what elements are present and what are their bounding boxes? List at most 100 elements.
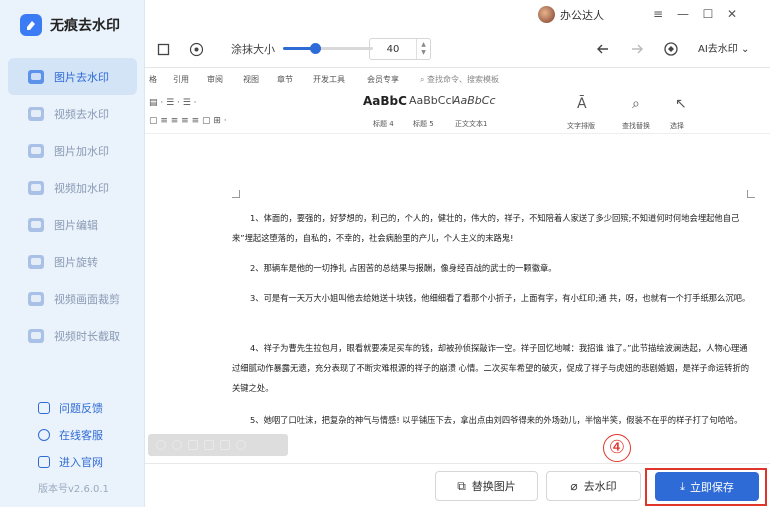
- sidebar-item-video-crop[interactable]: 视频画面裁剪: [0, 280, 145, 317]
- replace-label: 替换图片: [471, 480, 516, 493]
- user-name: 办公达人: [560, 8, 604, 22]
- remove-label: 去水印: [583, 480, 617, 493]
- doc-menu-tabs: 格 引用 审阅 视图 章节 开发工具 会员专享 ⌕ 查找命令、搜索模板: [145, 68, 770, 88]
- fit-icon[interactable]: [188, 440, 198, 450]
- doc-ribbon: ▤ · ☰ · ☰ · ▢ ≡ ≡ ≡ ≡ ▢ ⊞ · AaBbC AaBbCc…: [145, 90, 770, 134]
- chevron-down-icon: ⌄: [740, 44, 750, 55]
- zoom-controls: [148, 434, 288, 456]
- search-icon: ⌕: [632, 96, 640, 112]
- brush-size-label: 涂抹大小: [231, 43, 275, 56]
- close-icon[interactable]: ✕: [725, 7, 739, 21]
- brush-size-stepper[interactable]: 40 ▲ ▼: [369, 38, 431, 60]
- chevron-up-icon[interactable]: ▲: [421, 41, 426, 49]
- sidebar-item-label: 视频画面裁剪: [54, 292, 120, 306]
- paragraph: 2、那辆车是他的一切挣扎 占困苦的总结果与报酬，像身经百战的武士的一颗徽章。: [250, 263, 557, 273]
- style-sample: AaBbCcl: [409, 94, 455, 107]
- download-icon: ⤓: [680, 479, 685, 493]
- brush-size-slider[interactable]: [283, 43, 373, 54]
- sidebar-item-image-watermark-add[interactable]: 图片加水印: [0, 132, 145, 169]
- eraser-logo-icon: [20, 14, 42, 36]
- paragraph: 4、祥子为曹先生拉包月，眼看就要凑足买车的钱，却被孙侦探敲诈一空。祥子回忆地喊：…: [232, 343, 750, 393]
- website-link[interactable]: 进入官网: [0, 448, 145, 475]
- replace-image-button[interactable]: ⧉ 替换图片: [435, 471, 538, 501]
- sidebar-item-image-edit[interactable]: 图片编辑: [0, 206, 145, 243]
- text-layout-icon: Ā: [577, 96, 587, 112]
- style-caption: 标题 5: [413, 120, 434, 128]
- version-label: 版本号v2.6.0.1: [38, 484, 109, 495]
- headset-icon: [38, 428, 50, 441]
- chevron-down-icon[interactable]: ▼: [421, 49, 426, 57]
- image-canvas[interactable]: 格 引用 审阅 视图 章节 开发工具 会员专享 ⌕ 查找命令、搜索模板 ▤ · …: [145, 68, 770, 463]
- edit-toolbar: 涂抹大小 40 ▲ ▼ AI去水印 ⌄: [145, 30, 770, 68]
- doc-search-text: 查找命令、搜索模板: [427, 75, 500, 84]
- minimize-icon[interactable]: —: [676, 7, 690, 21]
- style-sample: AaBbC: [363, 94, 407, 108]
- stepper-arrows[interactable]: ▲ ▼: [416, 39, 430, 59]
- sidebar-item-video-trim[interactable]: 视频时长截取: [0, 317, 145, 354]
- document-page: 1、体面的，要强的，好梦想的，利己的，个人的，健壮的，伟大的，祥子，不知陪着人家…: [232, 138, 757, 463]
- rotate-icon: [28, 254, 44, 269]
- undo-icon[interactable]: [595, 39, 615, 59]
- style-caption: 正文文本1: [455, 120, 488, 128]
- ai-magic-icon[interactable]: [661, 39, 681, 59]
- ai-watermark-dropdown[interactable]: AI去水印 ⌄: [698, 40, 749, 55]
- menu-icon[interactable]: ≡: [651, 7, 665, 21]
- sidebar-item-label: 图片去水印: [54, 70, 109, 84]
- doc-tab: 开发工具: [313, 75, 345, 84]
- compare-icon[interactable]: [220, 440, 230, 450]
- zoom-in-icon[interactable]: [172, 440, 182, 450]
- hand-icon[interactable]: [236, 440, 246, 450]
- website-label: 进入官网: [59, 455, 103, 469]
- doc-tab: 视图: [243, 75, 259, 84]
- browser-icon: [38, 455, 50, 468]
- sidebar-item-label: 图片旋转: [54, 255, 98, 269]
- online-support-link[interactable]: 在线客服: [0, 421, 145, 448]
- sidebar-item-label: 视频加水印: [54, 181, 109, 195]
- sidebar-item-label: 图片编辑: [54, 218, 98, 232]
- zoom-out-icon[interactable]: [156, 440, 166, 450]
- doc-tab: 章节: [277, 75, 293, 84]
- doc-tab: 审阅: [207, 75, 223, 84]
- image-icon: [28, 69, 44, 84]
- ai-dropdown-label: AI去水印: [698, 44, 738, 55]
- app-name: 无痕去水印: [50, 18, 120, 34]
- sidebar-item-video-watermark-add[interactable]: 视频加水印: [0, 169, 145, 206]
- sidebar-item-label: 视频时长截取: [54, 329, 120, 343]
- sidebar-links: 问题反馈 在线客服 进入官网: [0, 394, 145, 475]
- align-icons: ▢ ≡ ≡ ≡ ≡ ▢ ⊞ ·: [149, 116, 227, 126]
- doc-tab: 格: [149, 75, 157, 84]
- save-label: 立即保存: [689, 480, 734, 494]
- sidebar-item-image-watermark-remove[interactable]: 图片去水印: [8, 58, 137, 95]
- avatar: [538, 6, 555, 23]
- user-profile[interactable]: 办公达人: [538, 6, 604, 23]
- title-bar: 办公达人 ≡ — ☐ ✕: [145, 0, 770, 30]
- sidebar-item-video-watermark-remove[interactable]: 视频去水印: [0, 95, 145, 132]
- crop-icon: [28, 291, 44, 306]
- video-add-icon: [28, 180, 44, 195]
- feedback-link[interactable]: 问题反馈: [0, 394, 145, 421]
- rect-select-icon[interactable]: [153, 39, 173, 59]
- slider-knob[interactable]: [310, 43, 322, 54]
- ribbon-caption: 查找替换: [622, 122, 650, 130]
- paragraph: 5、她咽了口吐沫，把复杂的神气与情感! 以乎铺压下去，拿出点由刘四爷得来的外场劲…: [250, 415, 743, 425]
- remove-watermark-button[interactable]: ⌀ 去水印: [546, 471, 641, 501]
- maximize-icon[interactable]: ☐: [701, 7, 715, 21]
- save-now-button[interactable]: ⤓ 立即保存: [655, 472, 759, 501]
- actual-size-icon[interactable]: [204, 440, 214, 450]
- brush-size-value[interactable]: 40: [370, 44, 416, 55]
- crop-mark: [232, 190, 240, 198]
- image-add-icon: [28, 143, 44, 158]
- para-format-icon: ▤ · ☰ · ☰ ·: [149, 98, 197, 108]
- app-logo: 无痕去水印: [20, 14, 120, 36]
- feedback-label: 问题反馈: [59, 401, 103, 415]
- replace-icon: ⧉: [457, 478, 466, 493]
- sidebar-nav: 图片去水印 视频去水印 图片加水印 视频加水印 图片编辑 图片旋转 视频画面裁剪: [0, 58, 145, 354]
- sidebar-item-image-rotate[interactable]: 图片旋转: [0, 243, 145, 280]
- redo-icon[interactable]: [625, 39, 645, 59]
- brush-icon[interactable]: [186, 39, 206, 59]
- sidebar: 无痕去水印 图片去水印 视频去水印 图片加水印 视频加水印 图片编辑 图片旋转: [0, 0, 145, 507]
- style-sample: AaBbCc: [453, 94, 496, 107]
- sidebar-item-label: 图片加水印: [54, 144, 109, 158]
- paragraph: 1、体面的，要强的，好梦想的，利己的，个人的，健壮的，伟大的，祥子，不知陪着人家…: [232, 213, 740, 243]
- doc-tab: 会员专享: [367, 75, 399, 84]
